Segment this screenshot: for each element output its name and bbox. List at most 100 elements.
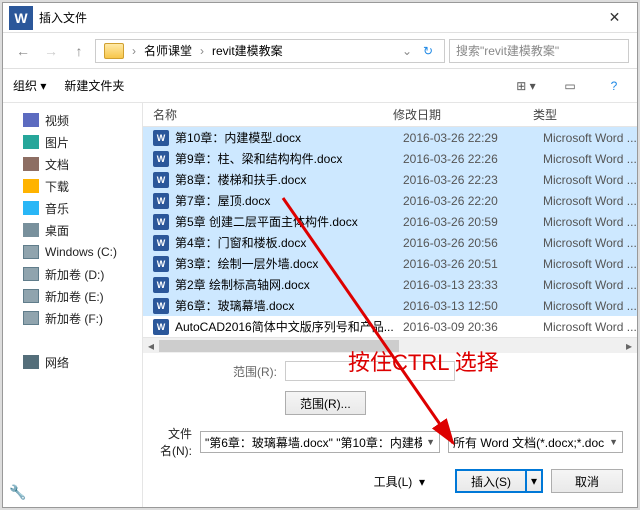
h-scrollbar[interactable]: ◂ ▸ (143, 337, 637, 353)
col-type[interactable]: 类型 (533, 106, 637, 123)
file-row[interactable]: W第10章：内建模型.docx2016-03-26 22:29Microsoft… (143, 127, 637, 148)
forward-button[interactable]: → (39, 39, 63, 63)
file-row[interactable]: W第2章 绘制标高轴网.docx2016-03-13 23:33Microsof… (143, 274, 637, 295)
insert-split-button[interactable]: 插入(S) ▾ (455, 469, 543, 493)
sidebar-item[interactable]: 网络 (3, 351, 142, 373)
chevron-down-icon: ▼ (609, 437, 618, 447)
word-file-icon: W (153, 151, 169, 167)
file-pane: 名称 修改日期 类型 W第10章：内建模型.docx2016-03-26 22:… (143, 103, 637, 507)
help-button[interactable]: ? (601, 75, 627, 97)
file-name: 第5章 创建二层平面主体构件.docx (175, 213, 403, 230)
sidebar-item[interactable]: 桌面 (3, 219, 142, 241)
range-input[interactable] (285, 361, 455, 381)
file-date: 2016-03-26 20:59 (403, 215, 543, 229)
sidebar-item[interactable]: 文档 (3, 153, 142, 175)
scroll-thumb[interactable] (159, 340, 399, 352)
breadcrumb[interactable]: › 名师课堂 › revit建模教案 ⌄ ↻ (95, 39, 445, 63)
search-input[interactable]: 搜索"revit建模教案" (449, 39, 629, 63)
drive-icon (23, 267, 39, 281)
filename-combo[interactable]: "第6章：玻璃幕墙.docx" "第10章：内建模型 ▼ (200, 431, 440, 453)
filter-combo[interactable]: 所有 Word 文档(*.docx;*.doc; ▼ (448, 431, 623, 453)
close-button[interactable]: ✕ (592, 3, 637, 33)
dl-icon (23, 179, 39, 193)
tools-menu[interactable]: 工具(L) ▾ (374, 473, 425, 490)
file-row[interactable]: W第8章：楼梯和扶手.docx2016-03-26 22:23Microsoft… (143, 169, 637, 190)
new-folder-button[interactable]: 新建文件夹 (64, 77, 124, 94)
sidebar-item-label: 视频 (45, 112, 69, 129)
file-type: Microsoft Word ... (543, 236, 637, 250)
refresh-button[interactable]: ↻ (416, 44, 440, 58)
column-headers[interactable]: 名称 修改日期 类型 (143, 103, 637, 127)
scroll-right-icon[interactable]: ▸ (621, 338, 637, 354)
insert-dropdown[interactable]: ▾ (525, 469, 543, 493)
sidebar-item[interactable]: 音乐 (3, 197, 142, 219)
col-name[interactable]: 名称 (143, 106, 393, 123)
word-file-icon: W (153, 256, 169, 272)
drive-icon (23, 245, 39, 259)
file-name: 第7章：屋顶.docx (175, 192, 403, 209)
word-file-icon: W (153, 298, 169, 314)
sidebar-item-label: 桌面 (45, 222, 69, 239)
word-file-icon: W (153, 235, 169, 251)
sidebar-item-label: 新加卷 (D:) (45, 266, 104, 283)
file-row[interactable]: W 第6章：玻璃幕墙.docx2016-03-13 12:50Microsoft … (143, 295, 637, 316)
sidebar-item[interactable]: 新加卷 (D:) (3, 263, 142, 285)
sidebar-item[interactable]: 图片 (3, 131, 142, 153)
file-type: Microsoft Word ... (543, 215, 637, 229)
doc-icon (23, 157, 39, 171)
video-icon (23, 113, 39, 127)
sidebar-item[interactable] (3, 329, 142, 351)
col-date[interactable]: 修改日期 (393, 106, 533, 123)
scroll-left-icon[interactable]: ◂ (143, 338, 159, 354)
file-type: Microsoft Word ... (543, 278, 637, 292)
range-label: 范围(R): (157, 363, 277, 380)
file-row[interactable]: W 第9章：柱、梁和结构构件.docx2016-03-26 22:26Micros… (143, 148, 637, 169)
organize-menu[interactable]: 组织 ▾ (13, 77, 46, 94)
sidebar-item-label: 新加卷 (F:) (45, 310, 103, 327)
crumb-b[interactable]: revit建模教案 (208, 42, 287, 59)
chevron-down-icon: ▼ (426, 437, 435, 447)
view-options-button[interactable]: ⊞ ▾ (513, 75, 539, 97)
file-row[interactable]: W第3章：绘制一层外墙.docx2016-03-26 20:51Microsof… (143, 253, 637, 274)
body: 视频图片文档下载音乐桌面 Windows (C:) 新加卷 (D:) 新加卷 (E:)… (3, 103, 637, 507)
back-button[interactable]: ← (11, 39, 35, 63)
file-row[interactable]: W第7章：屋顶.docx2016-03-26 22:20Microsoft Wo… (143, 190, 637, 211)
cancel-button[interactable]: 取消 (551, 469, 623, 493)
file-row[interactable]: WAutoCAD2016简体中文版序列号和产品...2016-03-09 20:… (143, 316, 637, 337)
crumb-dropdown-icon[interactable]: ⌄ (398, 44, 416, 58)
file-date: 2016-03-13 12:50 (403, 299, 543, 313)
file-date: 2016-03-26 22:20 (403, 194, 543, 208)
word-file-icon: W (153, 130, 169, 146)
range-button[interactable]: 范围(R)... (285, 391, 366, 415)
file-type: Microsoft Word ... (543, 152, 637, 166)
file-type: Microsoft Word ... (543, 299, 637, 313)
file-name: 第6章：玻璃幕墙.docx (175, 297, 403, 314)
insert-button[interactable]: 插入(S) (455, 469, 525, 493)
word-file-icon: W (153, 193, 169, 209)
file-date: 2016-03-26 22:26 (403, 152, 543, 166)
corner-tools-icon: 🔧 (9, 484, 26, 501)
sidebar-item[interactable]: 视频 (3, 109, 142, 131)
sidebar-item[interactable]: 下载 (3, 175, 142, 197)
sidebar-item[interactable]: 新加卷 (E:) (3, 285, 142, 307)
bottom-panel: 范围(R): 范围(R)... 文件名(N): "第6章：玻璃幕墙.docx" … (143, 353, 637, 507)
sidebar-item[interactable]: 新加卷 (F:) (3, 307, 142, 329)
sidebar-item-label: 音乐 (45, 200, 69, 217)
sidebar: 视频图片文档下载音乐桌面 Windows (C:) 新加卷 (D:) 新加卷 (E:)… (3, 103, 143, 507)
word-file-icon: W (153, 319, 169, 335)
crumb-a[interactable]: 名师课堂 (140, 42, 196, 59)
file-date: 2016-03-26 22:23 (403, 173, 543, 187)
word-app-icon: W (9, 6, 33, 30)
up-button[interactable]: ↑ (67, 39, 91, 63)
file-type: Microsoft Word ... (543, 173, 637, 187)
sidebar-item[interactable]: Windows (C:) (3, 241, 142, 263)
file-name: 第8章：楼梯和扶手.docx (175, 171, 403, 188)
file-row[interactable]: W第4章：门窗和楼板.docx2016-03-26 20:56Microsoft… (143, 232, 637, 253)
file-date: 2016-03-26 22:29 (403, 131, 543, 145)
file-name: 第9章：柱、梁和结构构件.docx (175, 150, 403, 167)
preview-pane-button[interactable]: ▭ (557, 75, 583, 97)
file-row[interactable]: W第5章 创建二层平面主体构件.docx2016-03-26 20:59Micr… (143, 211, 637, 232)
navbar: ← → ↑ › 名师课堂 › revit建模教案 ⌄ ↻ 搜索"revit建模教… (3, 33, 637, 69)
titlebar: W 插入文件 ✕ (3, 3, 637, 33)
file-list[interactable]: W第10章：内建模型.docx2016-03-26 22:29Microsoft… (143, 127, 637, 337)
